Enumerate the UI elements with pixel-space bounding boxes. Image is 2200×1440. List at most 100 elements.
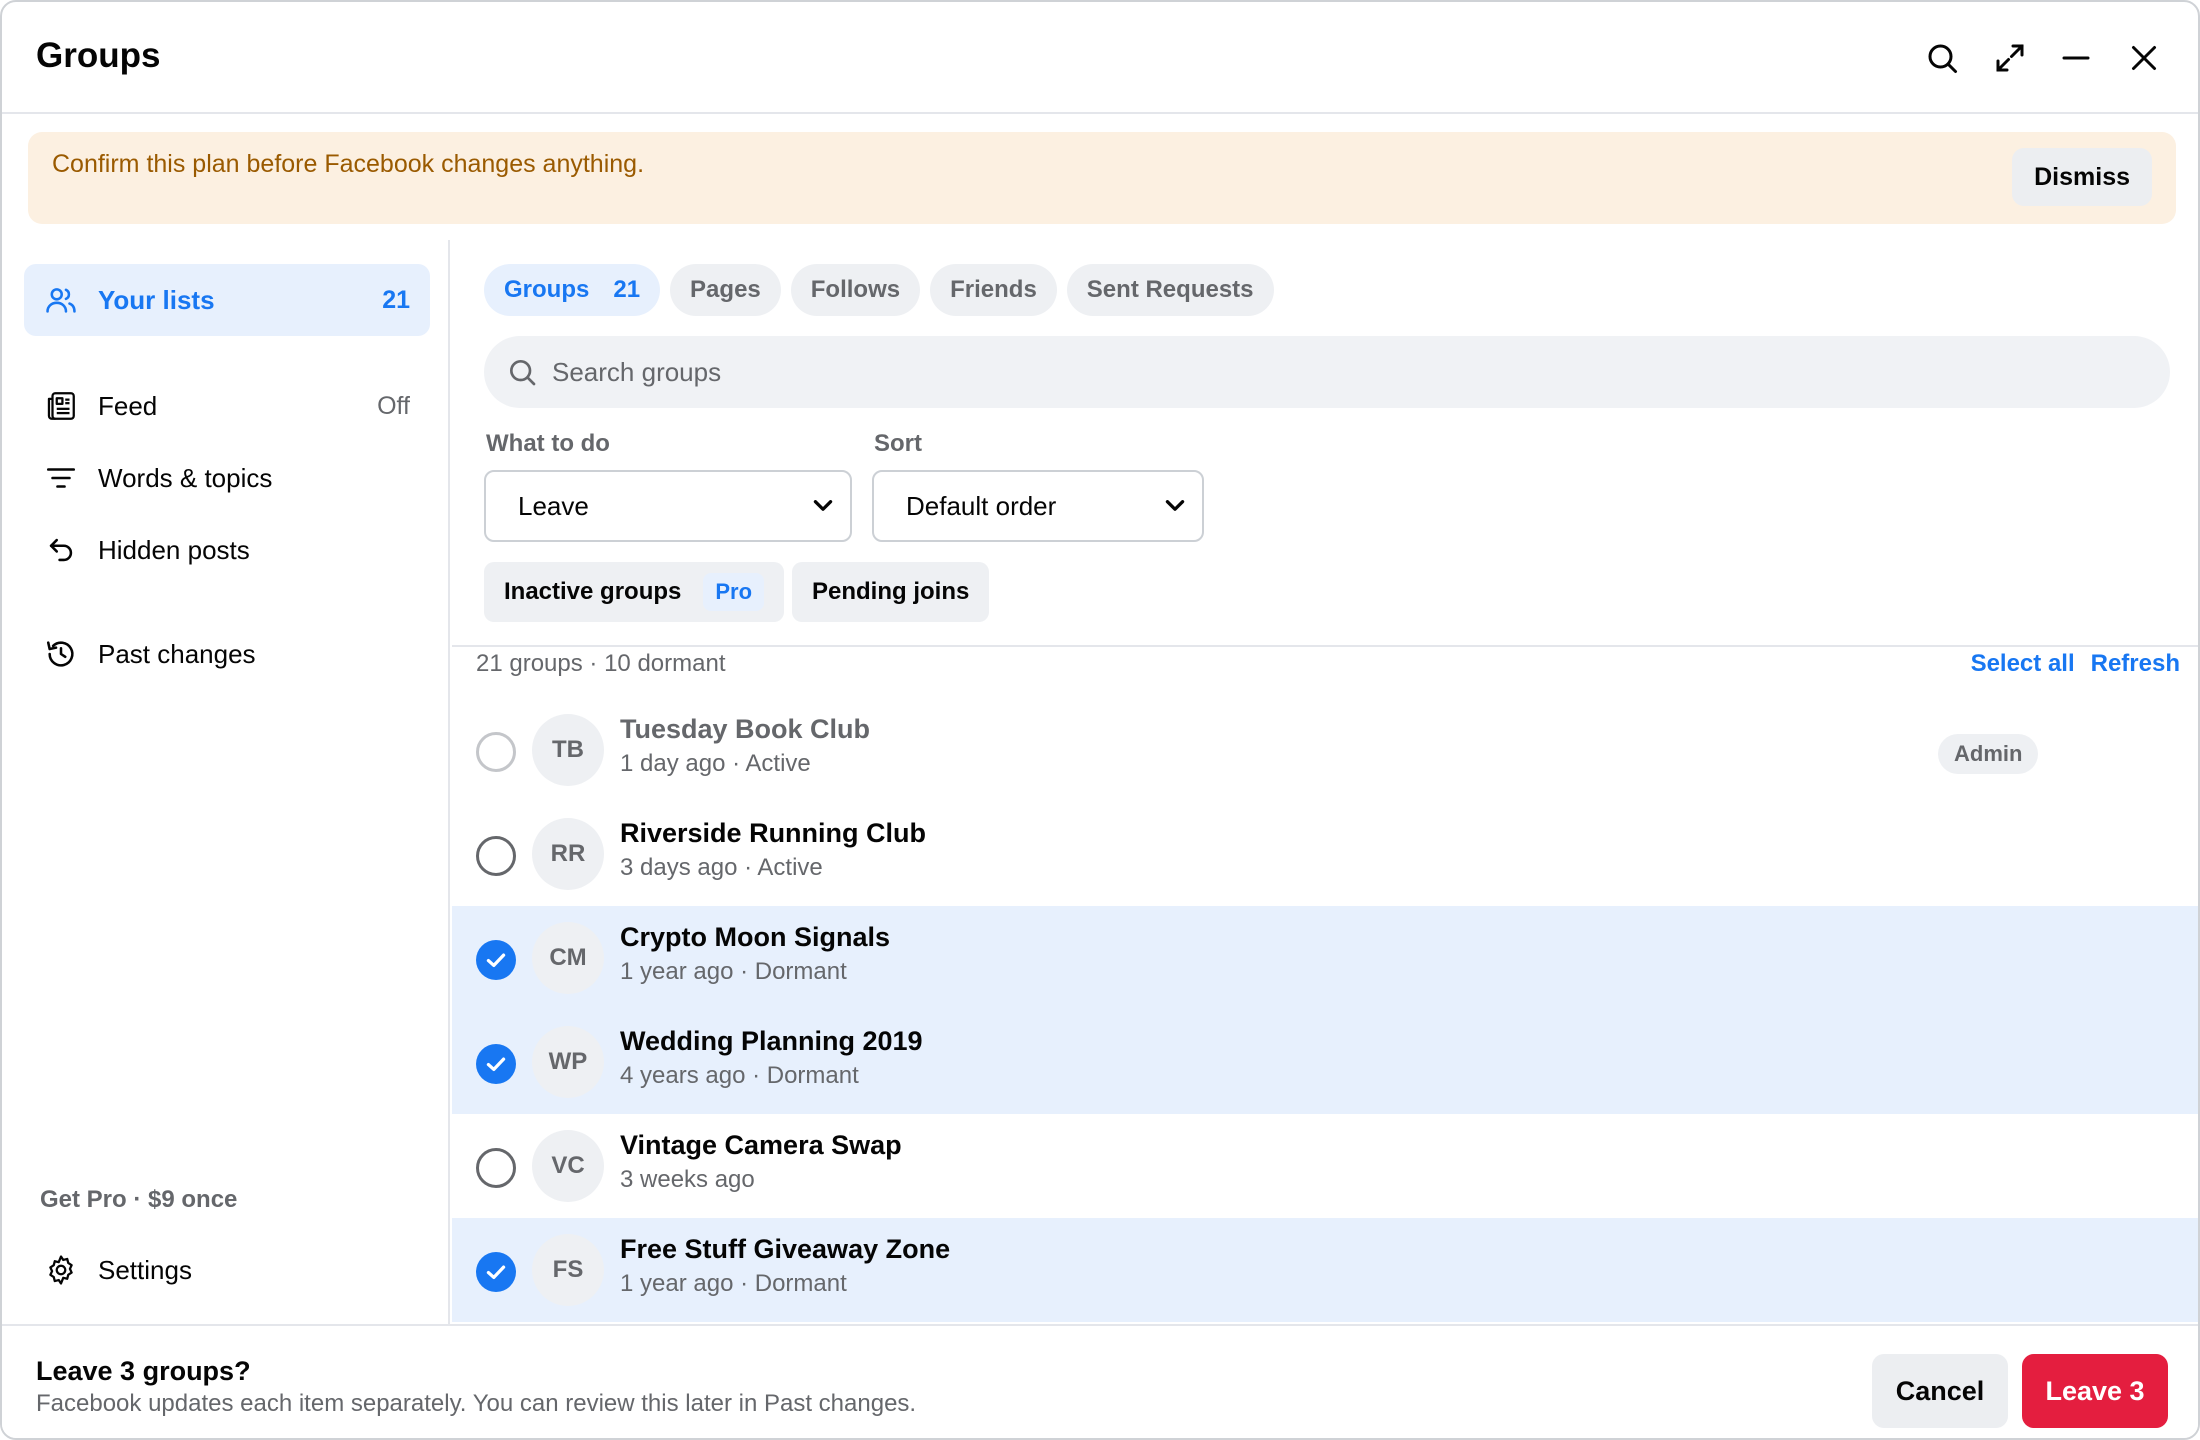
group-name: Free Stuff Giveaway Zone: [620, 1234, 951, 1264]
search-icon: [509, 360, 536, 386]
expand-icon[interactable]: [1988, 36, 2032, 80]
sidebar-item-hidden-posts[interactable]: Hidden posts: [24, 514, 430, 586]
search-bar: [484, 336, 2170, 408]
group-meta: 4 years ago · Dormant: [620, 1062, 859, 1089]
tab-sent-requests[interactable]: Sent Requests: [1066, 264, 1274, 316]
chip-inactive-groups[interactable]: Inactive groups Pro: [484, 562, 785, 622]
window-title: Groups: [36, 36, 161, 75]
tab-groups[interactable]: Groups 21: [484, 264, 661, 316]
undo-icon: [42, 531, 80, 569]
footer-subtitle: Facebook updates each item separately. Y…: [36, 1390, 917, 1417]
chip-label: Pending joins: [812, 578, 970, 605]
people-icon: [42, 281, 80, 319]
list-item[interactable]: CM Crypto Moon Signals 1 year ago · Dorm…: [452, 906, 2198, 1010]
confirm-banner: Confirm this plan before Facebook change…: [28, 132, 2176, 224]
chevron-down-icon: [813, 500, 833, 511]
sort-select-value: Default order: [906, 490, 1057, 521]
window-header: Groups: [2, 2, 2198, 114]
action-label: What to do: [486, 430, 610, 457]
confirm-footer: Leave 3 groups? Facebook updates each it…: [2, 1324, 2198, 1438]
sidebar-item-words-topics[interactable]: Words & topics: [24, 442, 430, 514]
chevron-down-icon: [1165, 500, 1185, 511]
list-item[interactable]: FS Free Stuff Giveaway Zone 1 year ago ·…: [452, 1218, 2198, 1322]
group-name: Vintage Camera Swap: [620, 1130, 902, 1160]
select-all-link[interactable]: Select all: [1971, 650, 2075, 678]
sort-select[interactable]: Default order: [872, 470, 1204, 542]
tab-bar: Groups 21 Pages Follows Friends Sent Req…: [484, 264, 1274, 316]
select-checkbox-checked[interactable]: [476, 1252, 516, 1292]
group-name: Tuesday Book Club: [620, 714, 871, 744]
tab-pages[interactable]: Pages: [670, 264, 781, 316]
groups-window: Groups Confirm this plan before Facebook…: [0, 0, 2200, 1440]
list-item[interactable]: VC Vintage Camera Swap 3 weeks ago: [452, 1114, 2198, 1218]
avatar: TB: [532, 714, 604, 786]
sidebar-item-label: Your lists: [98, 284, 215, 315]
cancel-button[interactable]: Cancel: [1872, 1354, 2008, 1428]
group-meta: 3 days ago · Active: [620, 854, 823, 881]
dismiss-button[interactable]: Dismiss: [2012, 148, 2152, 206]
filter-icon: [42, 459, 80, 497]
list-item[interactable]: TB Tuesday Book Club 1 day ago · Active …: [452, 698, 2198, 802]
list-actions: Select all Refresh: [1971, 650, 2180, 678]
sidebar-item-count: 21: [382, 285, 410, 314]
refresh-link[interactable]: Refresh: [2091, 650, 2180, 678]
sidebar: Your lists 21 Feed Off Words & topics Hi…: [2, 240, 450, 1324]
list-item[interactable]: WP Wedding Planning 2019 4 years ago · D…: [452, 1010, 2198, 1114]
group-meta: 3 weeks ago: [620, 1166, 755, 1193]
main-panel: Groups 21 Pages Follows Friends Sent Req…: [452, 240, 2198, 1324]
sidebar-item-label: Feed: [98, 390, 158, 421]
action-select-value: Leave: [518, 490, 589, 521]
group-name: Riverside Running Club: [620, 818, 927, 848]
group-name: Wedding Planning 2019: [620, 1026, 923, 1056]
avatar: CM: [532, 922, 604, 994]
tab-label: Groups: [504, 276, 590, 303]
divider: [452, 645, 2198, 647]
sidebar-item-settings[interactable]: Settings: [24, 1234, 430, 1306]
avatar: WP: [532, 1026, 604, 1098]
group-name: Crypto Moon Signals: [620, 922, 890, 952]
sidebar-item-status: Off: [377, 391, 410, 420]
select-radio[interactable]: [476, 1148, 516, 1188]
sidebar-item-your-lists[interactable]: Your lists 21: [24, 264, 430, 336]
get-pro-link[interactable]: Get Pro · $9 once: [40, 1186, 237, 1214]
select-radio[interactable]: [476, 836, 516, 876]
search-input[interactable]: [552, 356, 2052, 388]
sidebar-item-label: Hidden posts: [98, 534, 250, 565]
sidebar-item-label: Words & topics: [98, 462, 273, 493]
admin-badge: Admin: [1938, 734, 2039, 774]
history-icon: [42, 635, 80, 673]
check-icon: [486, 1057, 506, 1072]
gear-icon: [42, 1251, 80, 1289]
chip-pending-joins[interactable]: Pending joins: [792, 562, 990, 622]
avatar: VC: [532, 1130, 604, 1202]
select-radio[interactable]: [476, 732, 516, 772]
tab-count: 21: [613, 276, 641, 303]
feed-icon: [42, 387, 80, 425]
action-select[interactable]: Leave: [484, 470, 852, 542]
sidebar-item-feed[interactable]: Feed Off: [24, 370, 430, 442]
sidebar-item-label: Past changes: [98, 638, 256, 669]
list-summary: 21 groups · 10 dormant: [476, 650, 726, 677]
check-icon: [486, 953, 506, 968]
close-icon[interactable]: [2122, 36, 2166, 80]
banner-message: Confirm this plan before Facebook change…: [52, 150, 645, 178]
pro-badge: Pro: [703, 573, 765, 611]
sidebar-item-past-changes[interactable]: Past changes: [24, 618, 430, 690]
sidebar-item-label: Settings: [98, 1254, 192, 1285]
footer-title: Leave 3 groups?: [36, 1356, 251, 1386]
tab-follows[interactable]: Follows: [790, 264, 921, 316]
leave-button[interactable]: Leave 3: [2022, 1354, 2168, 1428]
check-icon: [486, 1265, 506, 1280]
chip-label: Inactive groups: [504, 578, 682, 605]
group-meta: 1 day ago · Active: [620, 750, 811, 777]
sort-label: Sort: [874, 430, 922, 457]
select-checkbox-checked[interactable]: [476, 940, 516, 980]
list-item[interactable]: RR Riverside Running Club 3 days ago · A…: [452, 802, 2198, 906]
tab-friends[interactable]: Friends: [930, 264, 1057, 316]
group-meta: 1 year ago · Dormant: [620, 1270, 847, 1297]
minimize-icon[interactable]: [2054, 36, 2098, 80]
avatar: RR: [532, 818, 604, 890]
search-icon[interactable]: [1920, 36, 1964, 80]
select-checkbox-checked[interactable]: [476, 1044, 516, 1084]
group-meta: 1 year ago · Dormant: [620, 958, 847, 985]
